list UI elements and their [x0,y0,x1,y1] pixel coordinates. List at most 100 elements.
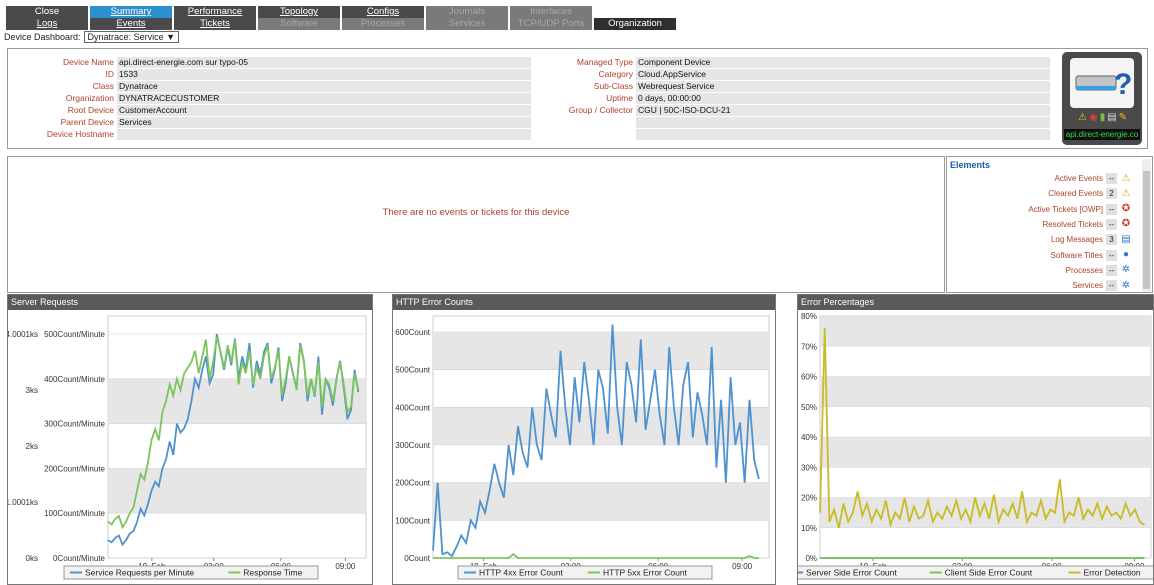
field-value [636,117,1050,128]
warning-icon[interactable]: ⚠ [1120,173,1132,185]
grid-band [433,332,769,370]
device-field-class: Class Dynatrace [12,81,531,92]
legend-item-client-side-error-count: Client Side Error Count [945,568,1033,578]
server-requests-panel: Server Requests 0Count/Minute 100Count/Mi… [7,294,373,585]
elements-scrollbar[interactable] [1142,159,1151,292]
device-field-category: Category Cloud.AppService [536,69,1050,80]
tab-processes: Processes [342,18,424,30]
element-row-active-tickets-owp[interactable]: Active Tickets [OWP] -- ✪ [1028,203,1132,216]
field-value: api.direct-energie.com sur typo-05 [117,57,531,68]
tab-summary[interactable]: Summary [90,6,172,18]
device-field-organization: Organization DYNATRACECUSTOMER [12,93,531,104]
tab-tcp-udp-ports: TCP/UDP Ports [510,18,592,30]
y-tick-label: 600Count [395,328,430,337]
element-label[interactable]: Services [1072,281,1103,290]
server-requests-title: Server Requests [8,295,372,310]
y-tick-label: 100Count [395,516,430,525]
dashboard-select[interactable]: Dynatrace: Service ▼ [83,31,179,43]
y2-tick-label: 1.0001ks [8,498,38,507]
x-tick-label: 09:00 [335,562,356,571]
http-error-title: HTTP Error Counts [393,295,775,310]
field-label [536,129,636,140]
device-icon-box[interactable]: ? ⚠ ◉ ▮ ▤ ✎ api.direct-energie.co [1062,52,1142,145]
tab-topology[interactable]: Topology [258,6,340,18]
device-field-sub-class: Sub-Class Webrequest Service [536,81,1050,92]
y-tick-label: 400Count [395,403,430,412]
dashboard-selector-row: Device Dashboard: Dynatrace: Service ▼ [4,31,179,43]
svg-text:?: ? [1114,68,1132,101]
device-field-blank-5 [536,117,1050,128]
grid-band [820,316,1151,347]
x-tick-label: 09:00 [732,562,753,571]
error-percentages-chart: 0%10%20%30%40%50%60%70%80%19. Feb03:0006… [798,312,1153,580]
no-events-message: There are no events or tickets for this … [382,207,570,218]
field-label: Category [598,69,634,79]
element-label[interactable]: Active Events [1055,174,1103,183]
field-label: Organization [65,93,114,103]
element-label[interactable]: Active Tickets [OWP] [1028,205,1103,214]
http-error-chart: 0Count 100Count 200Count 300Count 400Count 50… [395,315,770,580]
legend-item-response-time: Response Time [243,568,302,578]
element-label[interactable]: Cleared Events [1048,189,1103,198]
tab-row-secondary: Logs Events Tickets Software Processes Servic… [6,18,678,30]
chart-legend: HTTP 4xx Error Count HTTP 5xx Error Count [457,565,713,580]
y-tick-label: 200Count/Minute [44,464,105,473]
disc-icon[interactable]: ● [1120,249,1132,261]
element-count: 2 [1106,188,1117,200]
gear-icon[interactable]: ✲ [1120,280,1132,292]
field-label [536,117,636,128]
field-label: Device Hostname [46,129,114,139]
legend-item-http-5xx-error-count: HTTP 5xx Error Count [603,568,688,578]
elements-title: Elements [950,160,991,170]
tab-performance[interactable]: Performance [174,6,256,18]
element-count: -- [1106,264,1117,276]
element-count: -- [1106,280,1117,292]
element-row-active-events[interactable]: Active Events -- ⚠ [1055,172,1132,185]
y-tick-label: 0Count [404,554,431,563]
grid-band [433,482,769,521]
tab-services: Services [426,18,508,30]
field-value: DYNATRACECUSTOMER [117,93,531,104]
tab-configs[interactable]: Configs [342,6,424,18]
tab-organization[interactable]: Organization [594,18,676,30]
scrollbar-thumb[interactable] [1143,171,1150,289]
field-value: Dynatrace [117,81,531,92]
element-row-cleared-events[interactable]: Cleared Events 2 ⚠ [1048,187,1132,200]
lifebuoy-icon[interactable]: ✪ [1120,218,1132,230]
device-field-device-hostname: Device Hostname [12,129,531,140]
device-field-device-name: Device Name api.direct-energie.com sur ty… [12,57,531,68]
tab-bar: Close Summary Performance Topology Configs Jo… [6,6,678,30]
device-status-icons: ⚠ ◉ ▮ ▤ ✎ [1078,113,1127,123]
y-tick-label: 10% [801,524,817,533]
element-label[interactable]: Software Titles [1051,251,1103,260]
log-icon[interactable]: ▤ [1120,234,1132,246]
y-tick-label: 60% [801,373,817,382]
grid-band [820,376,1151,407]
gear-icon[interactable]: ✲ [1120,264,1132,276]
tab-logs[interactable]: Logs [6,18,88,30]
chart-legend: Server Side Error Count Client Side Error… [798,565,1153,580]
y-tick-label: 50% [801,403,817,412]
device-field-parent-device: Parent Device Services [12,117,531,128]
element-row-software-titles[interactable]: Software Titles -- ● [1051,249,1132,262]
tab-events[interactable]: Events [90,18,172,30]
element-label[interactable]: Processes [1066,266,1103,275]
warning-icon[interactable]: ⚠ [1120,188,1132,200]
lifebuoy-icon[interactable]: ✪ [1120,203,1132,215]
element-label[interactable]: Resolved Tickets [1043,220,1103,229]
element-row-resolved-tickets[interactable]: Resolved Tickets -- ✪ [1043,218,1132,231]
element-row-log-messages[interactable]: Log Messages 3 ▤ [1051,233,1132,246]
y2-tick-label: 3ks [26,386,38,395]
y-tick-label: 200Count [395,479,430,488]
printer-icon: ▤ [1107,112,1117,123]
y2-tick-label: 2ks [26,442,38,451]
element-label[interactable]: Log Messages [1051,235,1103,244]
element-row-services[interactable]: Services -- ✲ [1072,279,1132,292]
tab-close[interactable]: Close [6,6,88,18]
element-count: -- [1106,173,1117,184]
tab-tickets[interactable]: Tickets [174,18,256,30]
element-count: -- [1106,203,1117,215]
field-label: Uptime [606,93,633,103]
element-row-processes[interactable]: Processes -- ✲ [1066,264,1132,277]
device-info-panel: Device Name api.direct-energie.com sur ty… [7,48,1148,149]
